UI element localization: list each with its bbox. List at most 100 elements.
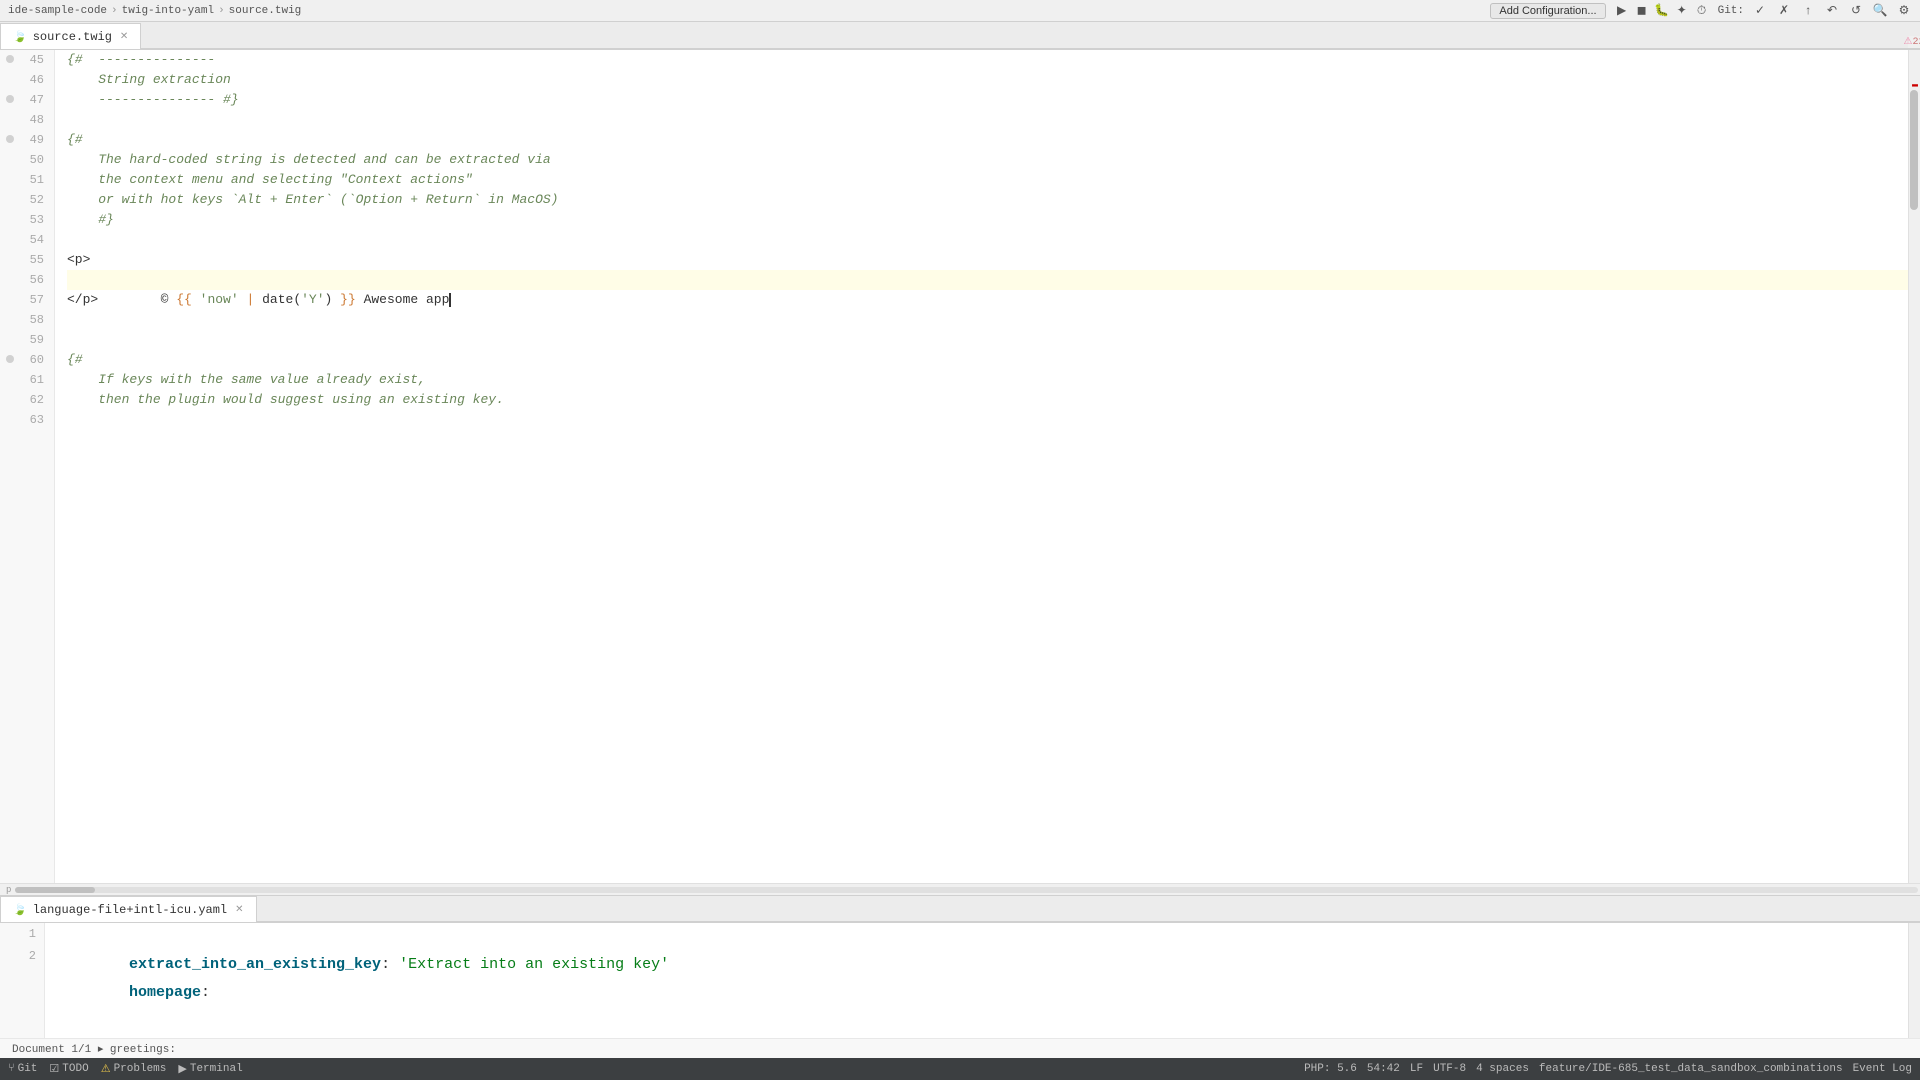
lower-breadcrumb-bar: Document 1/1 ▸ greetings: <box>0 1038 1920 1058</box>
stop-icon[interactable]: ◼ <box>1634 3 1650 19</box>
source-twig-tab-close[interactable]: ✕ <box>120 31 128 43</box>
lower-scrollbar[interactable] <box>1908 923 1920 1038</box>
line-number-56: 56 <box>0 270 54 290</box>
code-line-46: String extraction <box>67 70 1908 90</box>
source-twig-icon: 🍃 <box>13 30 27 44</box>
hscroll-track[interactable] <box>15 887 1918 893</box>
code-line-54 <box>67 230 1908 250</box>
problems-status[interactable]: ⚠ Problems <box>101 1062 167 1076</box>
breadcrumb: ide-sample-code › twig-into-yaml › sourc… <box>8 5 301 17</box>
git-status-icon: ⑂ <box>8 1063 15 1075</box>
code-line-51: the context menu and selecting "Context … <box>67 170 1908 190</box>
line-number-53: 53 <box>0 210 54 230</box>
warning-badge: ⚠22 <box>1904 36 1920 48</box>
search-icon[interactable]: 🔍 <box>1872 3 1888 19</box>
code-line-61: If keys with the same value already exis… <box>67 370 1908 390</box>
code-line-58 <box>67 310 1908 330</box>
todo-icon: ☑ <box>49 1062 59 1076</box>
source-twig-tab-label: source.twig <box>33 30 112 44</box>
code-line-47: --------------- #} <box>67 90 1908 110</box>
code-line-59 <box>67 330 1908 350</box>
git-checkmark-icon[interactable]: ✓ <box>1752 3 1768 19</box>
upper-tab-bar: 🍃 source.twig ✕ ⚠22 <box>0 22 1920 50</box>
language-file-tab-label: language-file+intl-icu.yaml <box>33 903 227 917</box>
code-line-49: {# <box>67 130 1908 150</box>
event-log-button[interactable]: Event Log <box>1853 1063 1912 1075</box>
php-version: PHP: 5.6 <box>1304 1063 1357 1075</box>
lower-line-numbers: 1 2 <box>0 923 45 1038</box>
line-number-58: 58 <box>0 310 54 330</box>
upper-line-numbers: 45 46 47 48 49 50 51 52 53 54 55 56 57 5… <box>0 50 55 883</box>
hscroll-thumb[interactable] <box>15 887 95 893</box>
line-number-49: 49 <box>0 130 54 150</box>
branch-name: feature/IDE-685_test_data_sandbox_combin… <box>1539 1063 1843 1075</box>
code-line-52: or with hot keys `Alt + Enter` (`Option … <box>67 190 1908 210</box>
terminal-label: Terminal <box>190 1063 243 1075</box>
code-line-53: #} <box>67 210 1908 230</box>
upper-code-area[interactable]: {# --------------- String extraction ---… <box>55 50 1908 883</box>
run-toolbar: ▶ ◼ 🐛 ✦ ⏱ <box>1614 3 1710 19</box>
code-line-48 <box>67 110 1908 130</box>
lower-breadcrumb: Document 1/1 ▸ greetings: <box>12 1042 176 1056</box>
code-line-55: <p> <box>67 250 1908 270</box>
run-icon[interactable]: ▶ <box>1614 3 1630 19</box>
line-number-62: 62 <box>0 390 54 410</box>
code-line-60: {# <box>67 350 1908 370</box>
line-number-61: 61 <box>0 370 54 390</box>
breadcrumb-part-3: source.twig <box>229 5 302 17</box>
scroll-thumb[interactable] <box>1910 90 1918 210</box>
lower-tab-bar: 🍃 language-file+intl-icu.yaml ✕ <box>0 895 1920 923</box>
git-rollback-icon[interactable]: ↶ <box>1824 3 1840 19</box>
line-number-46: 46 <box>0 70 54 90</box>
line-number-47: 47 <box>0 90 54 110</box>
terminal-icon: ▶ <box>178 1062 186 1076</box>
indent: 4 spaces <box>1476 1063 1529 1075</box>
status-bar: ⑂ Git ☑ TODO ⚠ Problems ▶ Terminal PHP: … <box>0 1058 1920 1080</box>
breadcrumb-part-1: ide-sample-code <box>8 5 107 17</box>
problems-icon: ⚠ <box>101 1062 111 1076</box>
git-cross-icon[interactable]: ✗ <box>1776 3 1792 19</box>
upper-hscroll[interactable]: p <box>0 883 1920 895</box>
encoding: UTF-8 <box>1433 1063 1466 1075</box>
tab-language-file[interactable]: 🍃 language-file+intl-icu.yaml ✕ <box>0 896 257 922</box>
upper-scrollbar[interactable]: ▬ <box>1908 50 1920 883</box>
hscroll-label: p <box>2 885 15 895</box>
todo-label: TODO <box>62 1063 88 1075</box>
code-line-63 <box>67 410 1908 430</box>
coverage-icon[interactable]: ✦ <box>1674 3 1690 19</box>
lower-line-number-2: 2 <box>0 945 44 967</box>
lower-line-number-1: 1 <box>0 923 44 945</box>
git-status[interactable]: ⑂ Git <box>8 1063 37 1075</box>
lower-editor-content: 1 2 extract_into_an_existing_key: 'Extra… <box>0 923 1920 1038</box>
lower-editor: 1 2 extract_into_an_existing_key: 'Extra… <box>0 923 1920 1058</box>
todo-status[interactable]: ☑ TODO <box>49 1062 88 1076</box>
line-number-63: 63 <box>0 410 54 430</box>
lower-code-line-1: extract_into_an_existing_key: 'Extract i… <box>57 923 1908 951</box>
line-ending: LF <box>1410 1063 1423 1075</box>
toolbar-right: Add Configuration... ▶ ◼ 🐛 ✦ ⏱ Git: ✓ ✗ … <box>1490 3 1912 19</box>
profiler-icon[interactable]: ⏱ <box>1694 3 1710 19</box>
git-label: Git: <box>1718 5 1744 17</box>
git-status-label: Git <box>18 1063 38 1075</box>
upper-editor: 45 46 47 48 49 50 51 52 53 54 55 56 57 5… <box>0 50 1920 895</box>
line-number-52: 52 <box>0 190 54 210</box>
language-file-tab-close[interactable]: ✕ <box>235 904 243 916</box>
add-configuration-button[interactable]: Add Configuration... <box>1490 3 1605 19</box>
terminal-status[interactable]: ▶ Terminal <box>178 1062 242 1076</box>
code-line-56: © {{ 'now' | date('Y') }} Awesome app <box>67 270 1908 290</box>
upper-editor-content: 45 46 47 48 49 50 51 52 53 54 55 56 57 5… <box>0 50 1920 883</box>
settings-icon[interactable]: ⚙ <box>1896 3 1912 19</box>
breadcrumb-part-2: twig-into-yaml <box>122 5 214 17</box>
line-number-54: 54 <box>0 230 54 250</box>
git-push-icon[interactable]: ↑ <box>1800 3 1816 19</box>
debug-icon[interactable]: 🐛 <box>1654 3 1670 19</box>
cursor-position: 54:42 <box>1367 1063 1400 1075</box>
line-number-48: 48 <box>0 110 54 130</box>
code-line-50: The hard-coded string is detected and ca… <box>67 150 1908 170</box>
git-refresh-icon[interactable]: ↺ <box>1848 3 1864 19</box>
code-line-45: {# --------------- <box>67 50 1908 70</box>
line-number-45: 45 <box>0 50 54 70</box>
tab-source-twig[interactable]: 🍃 source.twig ✕ <box>0 23 141 49</box>
line-number-50: 50 <box>0 150 54 170</box>
lower-code-area[interactable]: extract_into_an_existing_key: 'Extract i… <box>45 923 1908 1038</box>
